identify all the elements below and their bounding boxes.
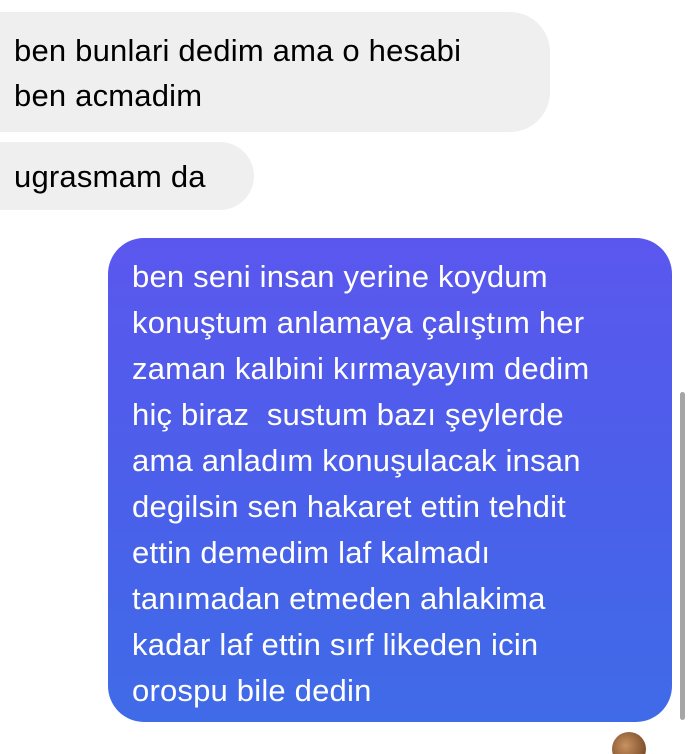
message-text-line: hiç biraz sustum bazı şeylerde: [132, 397, 564, 432]
message-text-line: tanımadan etmeden ahlakima: [132, 581, 546, 616]
message-text-line: degilsin sen hakaret ettin tehdit: [132, 489, 566, 524]
incoming-message-bubble[interactable]: ugrasmam da: [0, 142, 254, 210]
message-text-line: ben seni insan yerine koydum: [132, 259, 548, 294]
message-text-line: zaman kalbini kırmayayım dedim: [132, 351, 590, 386]
message-text-line: kadar laf ettin sırf likeden icin: [132, 627, 539, 662]
message-text-line: ben bunlari dedim ama o hesabi: [14, 33, 462, 68]
message-text-line: konuştum anlamaya çalıştım her: [132, 305, 585, 340]
message-text-line: ugrasmam da: [14, 159, 206, 194]
message-text-line: ben acmadim: [14, 78, 203, 113]
message-text-line: orospu bile dedin: [132, 673, 372, 708]
outgoing-message-bubble[interactable]: ben seni insan yerine koydum konuştum an…: [108, 238, 672, 722]
scrollbar[interactable]: [680, 392, 685, 720]
message-text-line: ama anladım konuşulacak insan: [132, 443, 581, 478]
avatar[interactable]: [612, 732, 646, 754]
incoming-message-bubble[interactable]: ben bunlari dedim ama o hesabi ben acmad…: [0, 12, 550, 132]
chat-thread: ben bunlari dedim ama o hesabi ben acmad…: [0, 0, 690, 754]
message-text-line: ettin demedim laf kalmadı: [132, 535, 491, 570]
